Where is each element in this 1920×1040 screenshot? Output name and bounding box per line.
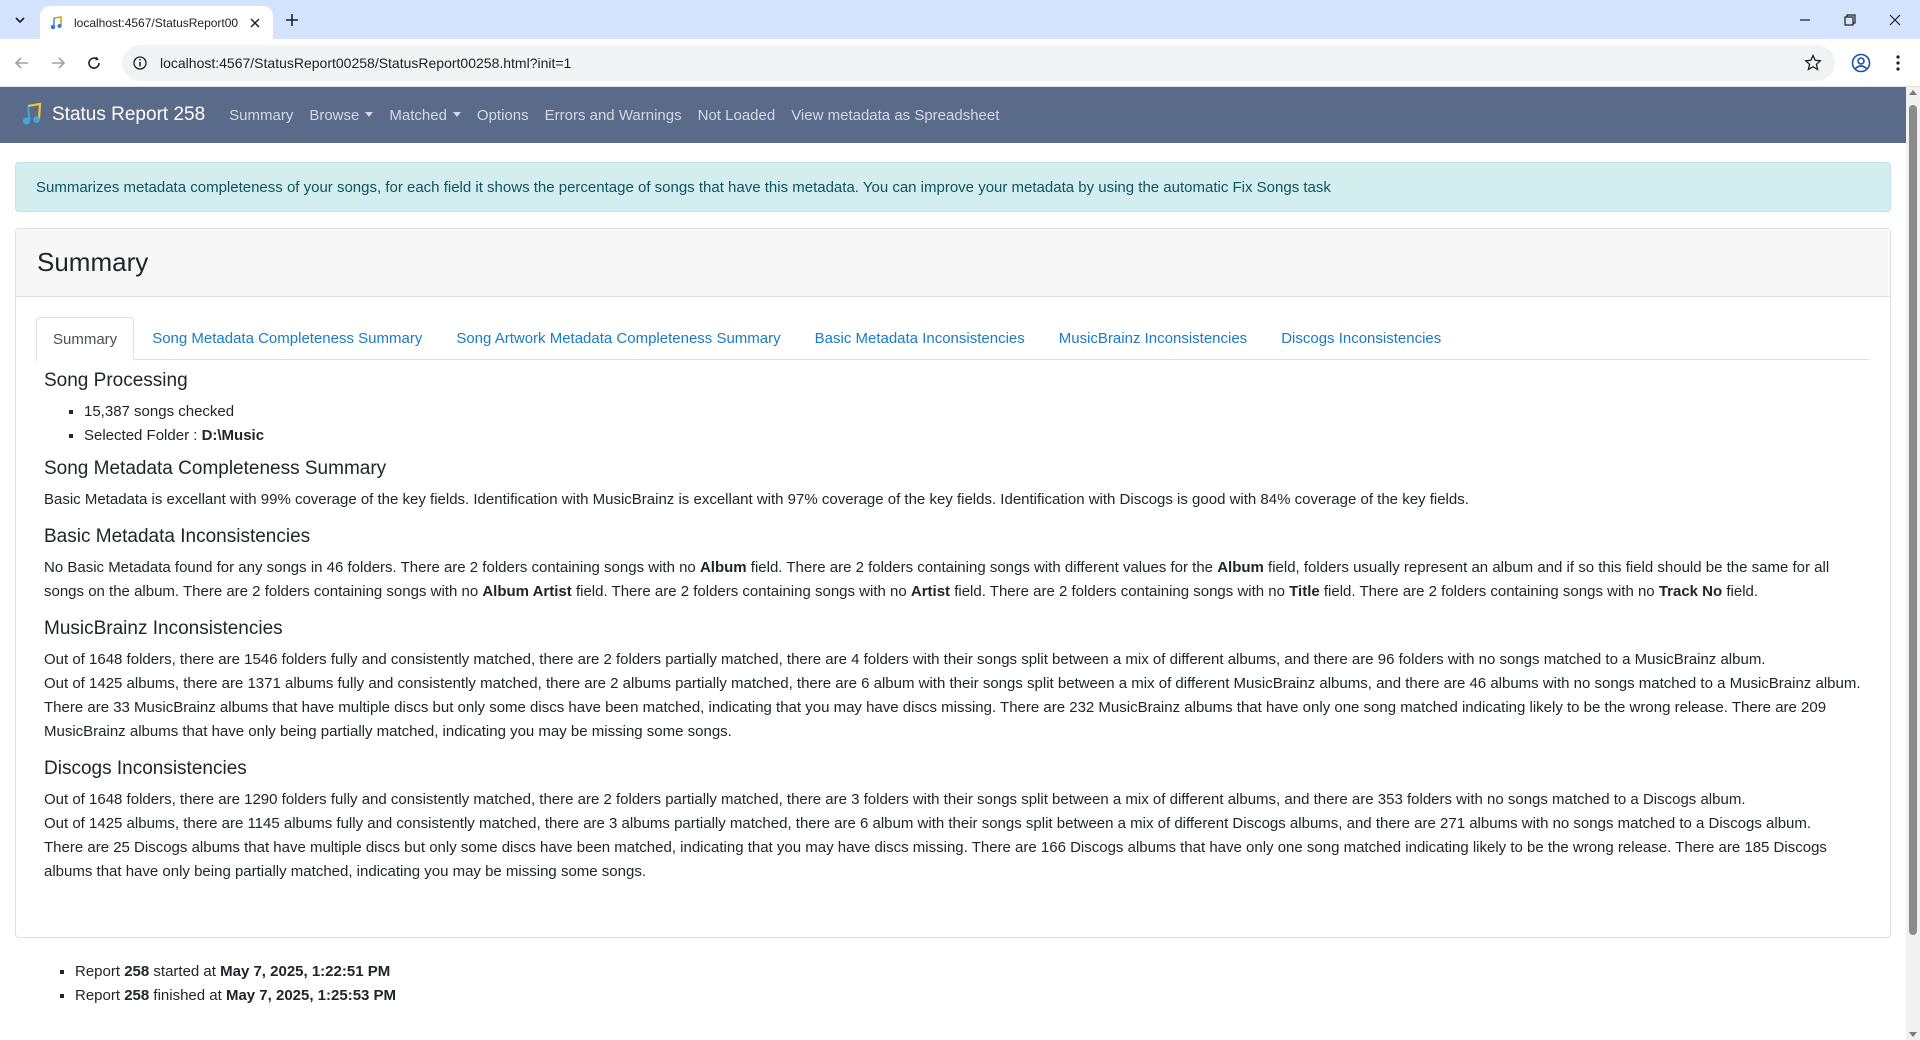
- back-arrow-icon[interactable]: [10, 51, 34, 75]
- field-album-artist: Album Artist: [482, 583, 572, 600]
- summary-card: Summary Summary Song Metadata Completene…: [15, 228, 1891, 938]
- browser-tab[interactable]: localhost:4567/StatusReport00: [40, 6, 273, 39]
- scrollbar-thumb[interactable]: [1909, 105, 1917, 935]
- field-album-2: Album: [1217, 559, 1264, 576]
- music-note-icon: [48, 15, 64, 31]
- app-logo-icon: [18, 101, 46, 129]
- nav-not-loaded[interactable]: Not Loaded: [698, 107, 776, 124]
- folder-label: Selected Folder :: [84, 427, 202, 444]
- report-started-item: Report 258 started at May 7, 2025, 1:22:…: [75, 960, 396, 984]
- window-close-icon[interactable]: [1883, 8, 1907, 32]
- tab-content: Song Processing 15,387 songs checked Sel…: [36, 370, 1870, 884]
- songs-checked-item: 15,387 songs checked: [84, 400, 1862, 424]
- report-finished-item: Report 258 finished at May 7, 2025, 1:25…: [75, 984, 396, 1008]
- nav-browse-dropdown[interactable]: Browse: [309, 106, 374, 124]
- report-label: Report: [75, 963, 125, 980]
- card-title: Summary: [37, 247, 149, 277]
- site-info-icon[interactable]: [132, 55, 148, 71]
- page-navbar: Status Report 258 Summary Browse Matched…: [0, 87, 1906, 143]
- song-processing-list: 15,387 songs checked Selected Folder : D…: [44, 400, 1862, 448]
- basic-text-5: field. There are 2 folders containing so…: [950, 583, 1290, 600]
- report-tabs: Summary Song Metadata Completeness Summa…: [36, 317, 1870, 361]
- started-label: started at: [149, 963, 221, 980]
- tab-summary[interactable]: Summary: [36, 317, 135, 361]
- field-title: Title: [1289, 583, 1320, 600]
- report-label: Report: [75, 987, 125, 1004]
- basic-text-7: field.: [1722, 583, 1759, 600]
- basic-text-6: field. There are 2 folders containing so…: [1319, 583, 1659, 600]
- bookmark-star-icon[interactable]: [1803, 53, 1823, 73]
- report-number: 258: [124, 963, 150, 980]
- tab-basic-metadata-inconsistencies[interactable]: Basic Metadata Inconsistencies: [799, 317, 1041, 360]
- report-timing: Report 258 started at May 7, 2025, 1:22:…: [15, 960, 396, 1008]
- tab-search-button[interactable]: [8, 9, 32, 31]
- finished-time: May 7, 2025, 1:25:53 PM: [225, 987, 397, 1004]
- selected-folder-item: Selected Folder : D:\Music: [84, 424, 1862, 448]
- basic-text-4: field. There are 2 folders containing so…: [571, 583, 911, 600]
- profile-icon[interactable]: [1849, 51, 1873, 75]
- nav-options[interactable]: Options: [477, 107, 529, 124]
- report-number: 258: [124, 987, 150, 1004]
- tab-song-artwork-completeness[interactable]: Song Artwork Metadata Completeness Summa…: [440, 317, 796, 360]
- metadata-completeness-heading: Song Metadata Completeness Summary: [44, 458, 387, 479]
- finished-label: finished at: [149, 987, 226, 1004]
- scroll-down-arrow-icon[interactable]: [1909, 1032, 1917, 1037]
- chevron-down-icon: [15, 17, 25, 24]
- address-bar[interactable]: localhost:4567/StatusReport00258/StatusR…: [122, 45, 1835, 81]
- minimize-icon[interactable]: [1793, 8, 1817, 32]
- discogs-heading: Discogs Inconsistencies: [44, 758, 247, 779]
- basic-text-2: field. There are 2 folders containing so…: [746, 559, 1218, 576]
- tab-discogs-inconsistencies[interactable]: Discogs Inconsistencies: [1265, 317, 1457, 360]
- nav-spreadsheet[interactable]: View metadata as Spreadsheet: [791, 107, 999, 124]
- browser-toolbar: localhost:4567/StatusReport00258/StatusR…: [0, 39, 1920, 87]
- basic-text-1: No Basic Metadata found for any songs in…: [44, 559, 700, 576]
- basic-inconsistencies-heading: Basic Metadata Inconsistencies: [44, 526, 311, 547]
- navbar-brand[interactable]: Status Report 258: [18, 101, 205, 129]
- card-header: Summary: [16, 229, 1890, 297]
- musicbrainz-line-1: Out of 1648 folders, there are 1546 fold…: [44, 651, 1766, 668]
- card-body: Summary Song Metadata Completeness Summa…: [16, 297, 1890, 884]
- reload-icon[interactable]: [82, 51, 106, 75]
- discogs-line-2: Out of 1425 albums, there are 1145 album…: [44, 815, 1812, 832]
- musicbrainz-heading: MusicBrainz Inconsistencies: [44, 618, 283, 639]
- restore-icon[interactable]: [1838, 8, 1862, 32]
- started-time: May 7, 2025, 1:22:51 PM: [220, 963, 391, 980]
- browser-tabstrip: localhost:4567/StatusReport00: [0, 0, 1920, 39]
- caret-down-icon: [365, 111, 374, 117]
- folder-value: D:\Music: [201, 427, 265, 444]
- nav-summary[interactable]: Summary: [229, 107, 293, 124]
- song-processing-heading: Song Processing: [44, 370, 188, 391]
- more-menu-icon[interactable]: [1886, 51, 1910, 75]
- field-track-no: Track No: [1658, 583, 1723, 600]
- page-scrollbar[interactable]: [1906, 87, 1920, 1040]
- nav-matched-dropdown[interactable]: Matched: [389, 107, 461, 124]
- nav-browse-label: Browse: [309, 106, 360, 124]
- forward-arrow-icon[interactable]: [46, 51, 70, 75]
- tab-title: localhost:4567/StatusReport00: [74, 15, 239, 30]
- info-alert: Summarizes metadata completeness of your…: [15, 162, 1891, 212]
- discogs-line-3: There are 25 Discogs albums that have mu…: [44, 839, 1827, 880]
- field-artist: Artist: [910, 583, 951, 600]
- field-album: Album: [699, 559, 747, 576]
- nav-matched-label: Matched: [389, 106, 447, 124]
- tab-close-icon[interactable]: [247, 15, 263, 31]
- caret-down-icon: [452, 111, 461, 117]
- brand-title: Status Report 258: [52, 104, 206, 125]
- musicbrainz-line-2: Out of 1425 albums, there are 1371 album…: [44, 675, 1861, 692]
- scroll-up-arrow-icon[interactable]: [1909, 90, 1917, 95]
- nav-errors-warnings[interactable]: Errors and Warnings: [545, 107, 682, 124]
- musicbrainz-line-3: There are 33 MusicBrainz albums that hav…: [44, 699, 1827, 740]
- metadata-completeness-text: Basic Metadata is excellant with 99% cov…: [44, 491, 1469, 508]
- tab-musicbrainz-inconsistencies[interactable]: MusicBrainz Inconsistencies: [1043, 317, 1263, 360]
- basic-inconsistencies-text: No Basic Metadata found for any songs in…: [44, 556, 1862, 604]
- new-tab-icon[interactable]: [282, 10, 302, 30]
- tab-song-metadata-completeness[interactable]: Song Metadata Completeness Summary: [136, 317, 438, 360]
- url-text: localhost:4567/StatusReport00258/StatusR…: [160, 55, 572, 71]
- discogs-line-1: Out of 1648 folders, there are 1290 fold…: [44, 791, 1746, 808]
